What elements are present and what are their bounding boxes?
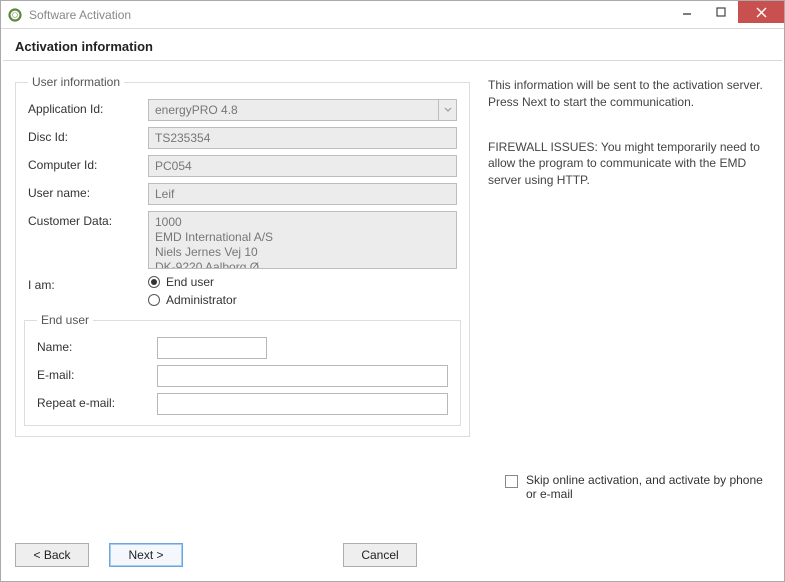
end-user-email-input[interactable] bbox=[157, 365, 448, 387]
radio-end-user[interactable]: End user bbox=[148, 275, 457, 289]
app-icon bbox=[7, 7, 23, 23]
disc-id-value: TS235354 bbox=[148, 127, 457, 149]
minimize-button[interactable] bbox=[670, 1, 704, 23]
user-information-group: User information Application Id: energyP… bbox=[15, 75, 470, 437]
radio-administrator-label: Administrator bbox=[166, 293, 237, 307]
application-id-label: Application Id: bbox=[28, 99, 148, 116]
page-title: Activation information bbox=[1, 29, 784, 60]
skip-online-label: Skip online activation, and activate by … bbox=[526, 473, 767, 501]
end-user-legend: End user bbox=[37, 313, 93, 327]
end-user-repeat-email-input[interactable] bbox=[157, 393, 448, 415]
application-id-combo[interactable]: energyPRO 4.8 bbox=[148, 99, 457, 121]
i-am-label: I am: bbox=[28, 275, 148, 292]
radio-administrator[interactable]: Administrator bbox=[148, 293, 457, 307]
maximize-button[interactable] bbox=[704, 1, 738, 23]
end-user-name-label: Name: bbox=[37, 337, 157, 354]
computer-id-label: Computer Id: bbox=[28, 155, 148, 172]
next-button[interactable]: Next > bbox=[109, 543, 183, 567]
customer-data-label: Customer Data: bbox=[28, 211, 148, 228]
user-name-value: Leif bbox=[148, 183, 457, 205]
user-information-legend: User information bbox=[28, 75, 124, 89]
radio-icon bbox=[148, 294, 160, 306]
application-id-value: energyPRO 4.8 bbox=[148, 99, 439, 121]
end-user-repeat-email-label: Repeat e-mail: bbox=[37, 393, 157, 410]
titlebar: Software Activation bbox=[1, 1, 784, 29]
radio-end-user-label: End user bbox=[166, 275, 214, 289]
customer-data-value: 1000 EMD International A/S Niels Jernes … bbox=[148, 211, 457, 269]
cancel-button[interactable]: Cancel bbox=[343, 543, 417, 567]
disc-id-label: Disc Id: bbox=[28, 127, 148, 144]
info-text-2: FIREWALL ISSUES: You might temporarily n… bbox=[488, 139, 770, 189]
end-user-email-label: E-mail: bbox=[37, 365, 157, 382]
computer-id-value: PC054 bbox=[148, 155, 457, 177]
window-title: Software Activation bbox=[29, 8, 670, 22]
radio-icon bbox=[148, 276, 160, 288]
user-name-label: User name: bbox=[28, 183, 148, 200]
info-text-1: This information will be sent to the act… bbox=[488, 77, 770, 111]
chevron-down-icon bbox=[439, 99, 457, 121]
skip-online-checkbox[interactable] bbox=[505, 475, 518, 488]
end-user-group: End user Name: E-mail: Repeat e-mail: bbox=[24, 313, 461, 426]
close-button[interactable] bbox=[738, 1, 784, 23]
end-user-name-input[interactable] bbox=[157, 337, 267, 359]
back-button[interactable]: < Back bbox=[15, 543, 89, 567]
